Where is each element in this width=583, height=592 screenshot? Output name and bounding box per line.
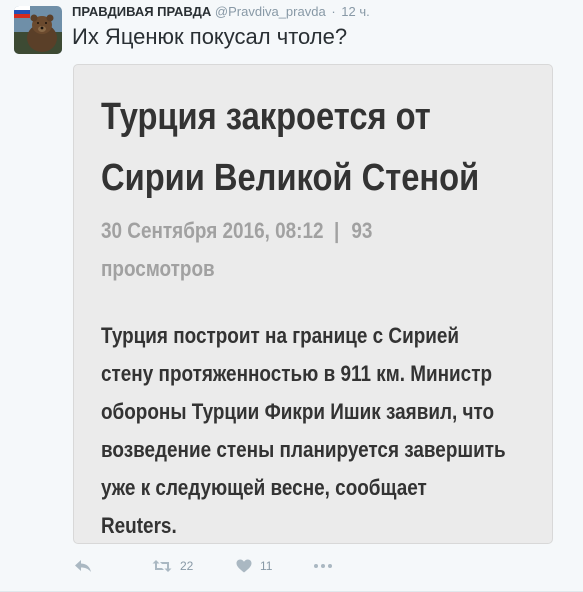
- card-body-line: возведение стены планируется завершить: [101, 437, 506, 462]
- article-card[interactable]: Турция закроется от Сирии Великой Стеной…: [73, 64, 553, 544]
- card-views-count: 93: [351, 218, 373, 243]
- bear-avatar-image: [14, 6, 62, 54]
- card-body-line: Турция построит на границе с Сирией: [101, 323, 460, 348]
- retweet-icon: [152, 560, 172, 572]
- retweet-button[interactable]: 22: [152, 556, 193, 576]
- tweet-timestamp[interactable]: 12 ч.: [341, 4, 369, 19]
- card-body-line: Reuters.: [101, 513, 177, 538]
- card-headline-line: Турция закроется от: [101, 96, 431, 138]
- tweet-actions: 22 11: [72, 556, 372, 576]
- card-views-label: просмотров: [101, 256, 215, 281]
- header-separator: ·: [331, 4, 336, 19]
- retweet-count: 22: [180, 559, 194, 573]
- card-headline-line: Сирии Великой Стеной: [101, 157, 480, 199]
- heart-icon: [236, 559, 252, 573]
- card-meta: 30 Сентября 2016, 08:12 | 93 просмотров: [101, 212, 445, 288]
- card-meta-divider: |: [333, 218, 340, 243]
- more-dots-icon: [314, 564, 332, 568]
- card-body: Турция построит на границе с Сирией стен…: [101, 317, 531, 545]
- like-count: 11: [260, 559, 273, 573]
- like-button[interactable]: 11: [236, 556, 272, 576]
- card-body-line: стену протяженностью в 911 км. Министр: [101, 361, 493, 386]
- reply-button[interactable]: [74, 556, 92, 576]
- tweet-header: ПРАВДИВАЯ ПРАВДА @Pravdiva_pravda · 12 ч…: [72, 4, 370, 19]
- tweet-text: Их Яценюк покусал чтоле?: [72, 24, 348, 49]
- account-fullname[interactable]: ПРАВДИВАЯ ПРАВДА: [72, 4, 211, 19]
- card-body-line: уже к следующей весне, сообщает: [101, 475, 427, 500]
- account-username[interactable]: @Pravdiva_pravda: [215, 4, 326, 19]
- more-button[interactable]: [313, 556, 333, 576]
- card-date: 30 Сентября 2016, 08:12: [101, 218, 324, 243]
- card-headline: Турция закроется от Сирии Великой Стеной: [101, 87, 531, 209]
- reply-icon: [75, 560, 91, 572]
- avatar[interactable]: [14, 6, 62, 54]
- tweet[interactable]: ПРАВДИВАЯ ПРАВДА @Pravdiva_pravda · 12 ч…: [0, 0, 583, 592]
- card-body-line: обороны Турции Фикри Ишик заявил, что: [101, 399, 495, 424]
